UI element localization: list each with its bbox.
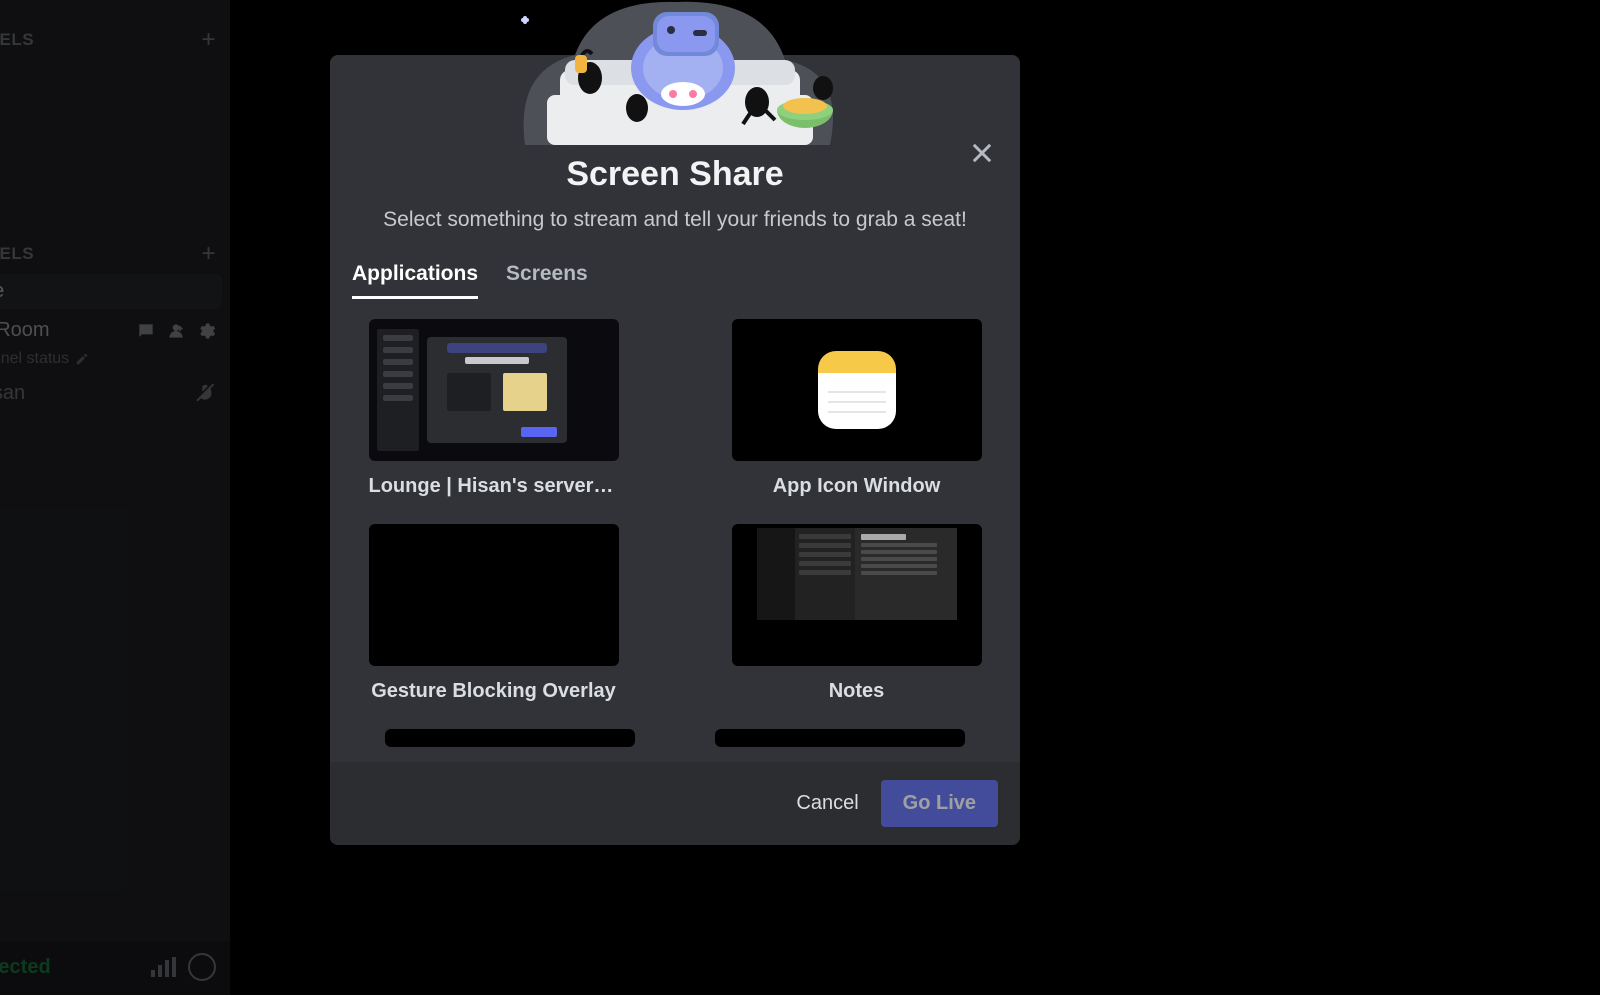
- modal-subtitle: Select something to stream and tell your…: [330, 208, 1020, 232]
- source-label: Notes: [732, 680, 982, 703]
- go-live-button[interactable]: Go Live: [881, 780, 998, 827]
- modal-overlay: Screen Share Select something to stream …: [0, 0, 1600, 995]
- source-thumbnail: [369, 319, 619, 461]
- tab-screens[interactable]: Screens: [506, 262, 588, 299]
- source-thumbnail: [732, 319, 982, 461]
- close-button[interactable]: [964, 135, 1000, 171]
- source-label: Lounge | Hisan's server 5 -…: [369, 475, 619, 498]
- source-thumbnail: [369, 524, 619, 666]
- source-label: App Icon Window: [732, 475, 982, 498]
- screen-share-modal: Screen Share Select something to stream …: [330, 55, 1020, 845]
- cancel-button[interactable]: Cancel: [796, 792, 858, 815]
- source-notes[interactable]: Notes: [732, 524, 982, 703]
- source-discord[interactable]: Lounge | Hisan's server 5 -…: [369, 319, 619, 498]
- source-label: Gesture Blocking Overlay: [369, 680, 619, 703]
- modal-footer: Cancel Go Live: [330, 762, 1020, 845]
- notes-app-icon: [818, 351, 896, 429]
- app-root: NNELS + al s NNELS + ge m Room: [0, 0, 1600, 995]
- source-gesture-overlay[interactable]: Gesture Blocking Overlay: [369, 524, 619, 703]
- modal-header: Screen Share Select something to stream …: [330, 55, 1020, 232]
- source-thumbnail: [732, 524, 982, 666]
- modal-title: Screen Share: [330, 155, 1020, 194]
- source-tabs: Applications Screens: [330, 232, 1020, 299]
- source-list[interactable]: Lounge | Hisan's server 5 -… App Icon Wi…: [330, 299, 1020, 762]
- tab-applications[interactable]: Applications: [352, 262, 478, 299]
- more-sources-peek: [385, 729, 965, 747]
- source-app-icon-window[interactable]: App Icon Window: [732, 319, 982, 498]
